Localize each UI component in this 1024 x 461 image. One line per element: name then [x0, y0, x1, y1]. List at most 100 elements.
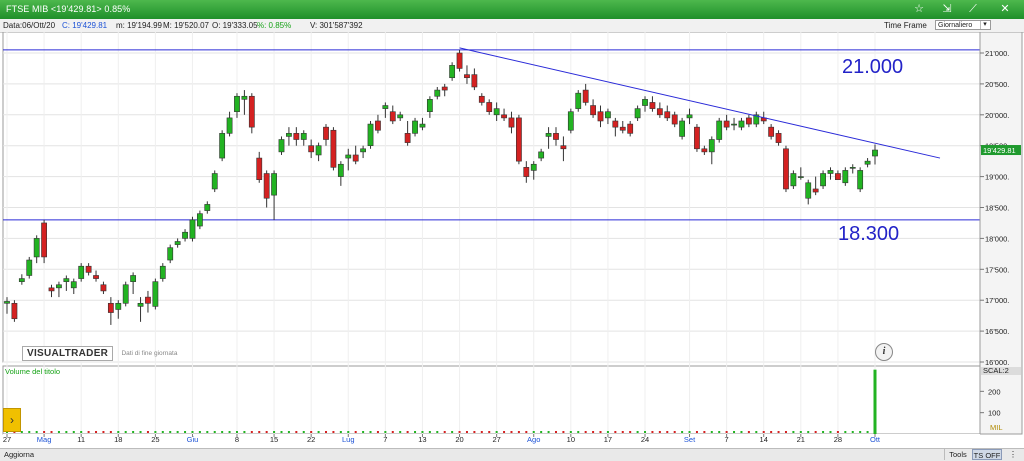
volume-dot: [710, 431, 713, 433]
candle-body: [56, 284, 62, 289]
candle-body: [864, 160, 871, 165]
candle-body: [857, 170, 864, 190]
candle-body: [501, 114, 507, 119]
candle-body: [345, 154, 352, 159]
volume-dot: [822, 431, 825, 433]
volume-dot: [577, 431, 580, 433]
info-max: M: 19'520.07: [163, 21, 210, 30]
volume-dot: [503, 431, 506, 433]
volume-dot: [606, 431, 609, 433]
aggiorna-button[interactable]: Aggiorna: [4, 450, 34, 459]
candle-body: [100, 284, 107, 292]
volume-dot: [866, 431, 869, 433]
candle-body: [382, 105, 389, 109]
ts-off-button[interactable]: TS OFF: [972, 449, 1002, 460]
chart-cursor-icon[interactable]: ⇲: [936, 2, 958, 17]
candle-body: [211, 173, 218, 190]
candle-body: [4, 301, 10, 304]
info-icon[interactable]: i: [875, 343, 893, 361]
volume-dot: [273, 431, 276, 433]
timeframe-select[interactable]: Giornaliero ▾: [935, 20, 991, 30]
volume-dot: [132, 431, 135, 433]
volume-dot: [428, 431, 431, 433]
volume-dot: [718, 431, 721, 433]
more-options-icon[interactable]: ⋮: [1006, 449, 1020, 460]
volume-dot: [703, 431, 706, 433]
volume-dot: [95, 431, 98, 433]
volume-dot: [87, 431, 90, 433]
price-tick-label: 20'000.: [985, 111, 1009, 120]
volume-dot: [814, 431, 817, 433]
candle-body: [122, 284, 129, 304]
candle-body: [330, 129, 337, 168]
volume-dot: [213, 431, 216, 433]
price-panel-frame: [2, 32, 981, 363]
volume-dot: [614, 431, 617, 433]
candle-body: [590, 105, 596, 116]
candle-body: [478, 95, 485, 103]
volume-dot: [406, 431, 409, 433]
candle-body: [835, 173, 841, 180]
candle-body: [745, 117, 752, 125]
candle-body: [686, 114, 693, 119]
volume-dot: [517, 431, 520, 433]
date-tick-label: 7: [383, 435, 387, 444]
candle-body: [441, 86, 448, 91]
candle-body: [775, 133, 782, 143]
price-tick-label: 18'500.: [985, 204, 1009, 213]
date-tick-label: 10: [567, 435, 575, 444]
candle-body: [286, 133, 292, 137]
candle-body: [11, 302, 18, 320]
date-axis: 27 Mag 11 18 25 Giu 8 15 22 Lug 7 13 20 27 Ago 10 17 24 Se…: [3, 434, 980, 446]
price-tick-label: 17'500.: [985, 265, 1009, 274]
candle-body: [649, 102, 656, 109]
volume-dot: [302, 431, 305, 433]
date-tick-label: Mag: [37, 435, 52, 444]
expand-arrow-icon[interactable]: ›: [3, 408, 21, 432]
date-tick-label: 25: [151, 435, 159, 444]
candle-body: [508, 117, 515, 128]
tools-button[interactable]: Tools: [944, 449, 971, 460]
volume-dot: [733, 431, 736, 433]
candle-body: [797, 176, 804, 178]
candle-body: [768, 126, 775, 137]
level-annotation-label: 18.300: [838, 223, 899, 245]
volume-dot: [651, 431, 654, 433]
volume-dot: [666, 431, 669, 433]
volume-panel-label: Volume del titolo: [5, 367, 60, 376]
info-date: Data:06/Ott/20: [3, 21, 56, 30]
candle-body: [182, 231, 188, 239]
candle-body: [805, 182, 812, 199]
candle-body: [26, 259, 33, 276]
candle-body: [300, 133, 307, 140]
candle-body: [827, 170, 834, 174]
candle-body: [679, 120, 686, 137]
candle-body: [226, 117, 233, 134]
crosshair-icon[interactable]: ⟋: [962, 2, 984, 17]
chevron-down-icon[interactable]: ▾: [980, 21, 989, 29]
candle-body: [820, 173, 826, 187]
candle-body: [70, 281, 77, 289]
candle-body: [18, 278, 25, 282]
price-chart[interactable]: 21.00018.300 16'000.16'500.17'000.17'500…: [0, 32, 1024, 448]
candle-body: [412, 120, 418, 134]
date-tick-label: Giu: [187, 435, 199, 444]
candle-body: [738, 120, 745, 128]
date-tick-label: 8: [235, 435, 239, 444]
candle-body: [464, 74, 470, 79]
candle-body: [323, 126, 329, 140]
volume-dot: [436, 431, 439, 433]
close-icon[interactable]: ✕: [994, 2, 1016, 17]
volume-dot: [28, 431, 31, 433]
volume-dot: [859, 431, 862, 433]
volume-dot: [280, 431, 283, 433]
candle-body: [33, 238, 40, 258]
price-tick-label: 19'000.: [985, 173, 1009, 182]
volume-dot: [57, 431, 60, 433]
candle-body: [145, 296, 151, 304]
volume-dot: [629, 431, 632, 433]
star-icon[interactable]: ☆: [908, 2, 930, 17]
volume-dot: [384, 431, 387, 433]
date-tick-label: 15: [270, 435, 278, 444]
volume-dot: [235, 431, 238, 433]
